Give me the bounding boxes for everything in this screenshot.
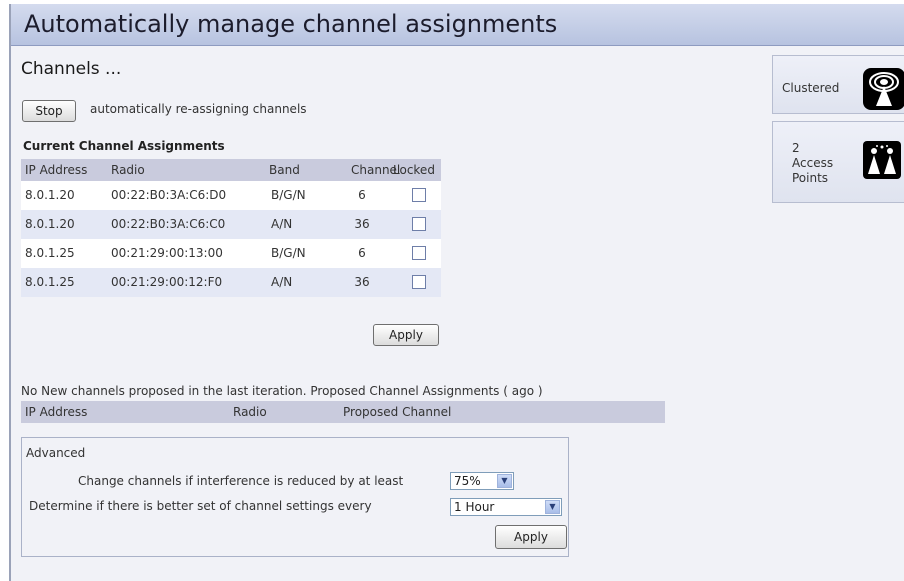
band-cell: B/G/N bbox=[271, 188, 306, 202]
reassign-status-text: automatically re-assigning channels bbox=[90, 102, 307, 116]
band-cell: B/G/N bbox=[271, 246, 306, 260]
ip-cell: 8.0.1.20 bbox=[25, 217, 75, 231]
proposed-status-text: No New channels proposed in the last ite… bbox=[21, 384, 543, 398]
main-frame: Automatically manage channel assignments… bbox=[9, 4, 904, 581]
table-row: 8.0.1.20 00:22:B0:3A:C6:C0 A/N 36 bbox=[21, 210, 441, 239]
column-header-band: Band bbox=[269, 163, 300, 177]
advanced-settings-panel: Advanced Change channels if interference… bbox=[21, 437, 569, 557]
chevron-down-icon: ▼ bbox=[545, 500, 560, 514]
column-header-radio: Radio bbox=[111, 163, 145, 177]
band-cell: A/N bbox=[271, 275, 293, 289]
clustered-label: Clustered bbox=[782, 81, 840, 95]
stop-button[interactable]: Stop bbox=[22, 100, 76, 122]
apply-advanced-button[interactable]: Apply bbox=[495, 525, 567, 549]
radio-cell: 00:21:29:00:12:F0 bbox=[111, 275, 223, 289]
table-row: 8.0.1.25 00:21:29:00:12:F0 A/N 36 bbox=[21, 268, 441, 297]
interference-label: Change channels if interference is reduc… bbox=[78, 474, 404, 488]
interval-label: Determine if there is better set of chan… bbox=[29, 499, 372, 513]
locked-checkbox[interactable] bbox=[412, 217, 426, 231]
channel-cell: 6 bbox=[358, 246, 366, 260]
access-point-count: 2 bbox=[792, 141, 800, 155]
channel-cell: 6 bbox=[358, 188, 366, 202]
clustered-card[interactable]: Clustered bbox=[772, 55, 904, 114]
interval-value: 1 Hour bbox=[454, 500, 495, 514]
proposed-column-channel: Proposed Channel bbox=[343, 405, 452, 419]
access-points-card[interactable]: 2 Access Points bbox=[772, 121, 904, 203]
ip-cell: 8.0.1.25 bbox=[25, 246, 75, 260]
access-points-icon bbox=[863, 141, 901, 179]
page-header: Automatically manage channel assignments bbox=[11, 4, 904, 46]
access-points-label-line2: Points bbox=[792, 171, 829, 185]
table-row: 8.0.1.25 00:21:29:00:13:00 B/G/N 6 bbox=[21, 239, 441, 268]
apply-channels-button[interactable]: Apply bbox=[373, 324, 439, 346]
radio-cell: 00:22:B0:3A:C6:C0 bbox=[111, 217, 226, 231]
chevron-down-icon: ▼ bbox=[497, 474, 512, 488]
proposed-column-ip: IP Address bbox=[25, 405, 88, 419]
interval-select[interactable]: 1 Hour ▼ bbox=[450, 498, 562, 516]
advanced-title: Advanced bbox=[26, 446, 86, 460]
channels-section-title: Channels ... bbox=[21, 59, 122, 79]
table-row: 8.0.1.20 00:22:B0:3A:C6:D0 B/G/N 6 bbox=[21, 181, 441, 210]
ip-cell: 8.0.1.20 bbox=[25, 188, 75, 202]
column-header-locked: Locked bbox=[393, 163, 435, 177]
access-points-label-line1: Access bbox=[792, 156, 834, 170]
locked-checkbox[interactable] bbox=[412, 246, 426, 260]
cluster-signal-icon bbox=[863, 68, 904, 110]
current-assignments-title: Current Channel Assignments bbox=[23, 139, 225, 153]
proposed-column-radio: Radio bbox=[233, 405, 267, 419]
locked-checkbox[interactable] bbox=[412, 275, 426, 289]
page-title: Automatically manage channel assignments bbox=[24, 10, 558, 38]
table-header-row: IP Address Radio Band Channel Locked bbox=[21, 159, 441, 181]
proposed-table-header: IP Address Radio Proposed Channel bbox=[21, 401, 665, 423]
channel-cell: 36 bbox=[354, 217, 370, 231]
band-cell: A/N bbox=[271, 217, 293, 231]
ip-cell: 8.0.1.25 bbox=[25, 275, 75, 289]
radio-cell: 00:21:29:00:13:00 bbox=[111, 246, 223, 260]
radio-cell: 00:22:B0:3A:C6:D0 bbox=[111, 188, 227, 202]
column-header-ip: IP Address bbox=[25, 163, 88, 177]
current-assignments-table: IP Address Radio Band Channel Locked 8.0… bbox=[21, 159, 441, 297]
channel-cell: 36 bbox=[354, 275, 370, 289]
interference-value: 75% bbox=[454, 474, 481, 488]
interference-select[interactable]: 75% ▼ bbox=[450, 472, 514, 490]
locked-checkbox[interactable] bbox=[412, 188, 426, 202]
